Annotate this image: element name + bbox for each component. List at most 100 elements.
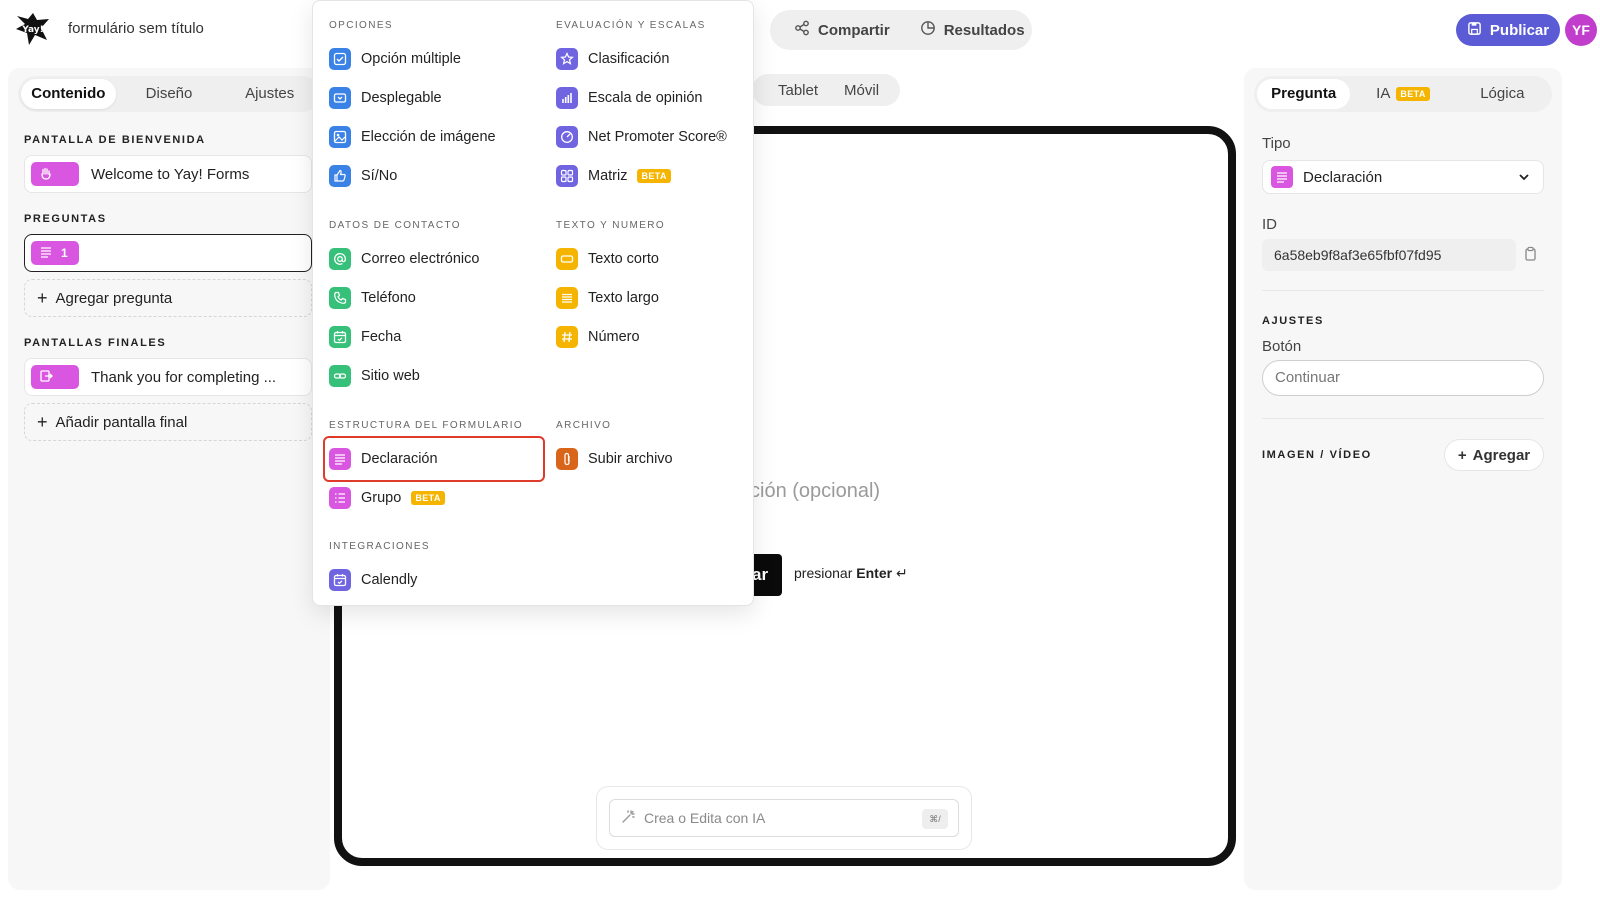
tab-design[interactable]: Diseño: [122, 79, 217, 109]
form-title[interactable]: formulário sem título: [68, 20, 204, 37]
share-label: Compartir: [818, 21, 890, 39]
results-button[interactable]: Resultados: [920, 20, 1025, 40]
share-button[interactable]: Compartir: [794, 20, 890, 40]
user-avatar[interactable]: YF: [1565, 14, 1597, 46]
menu-item-file-upload[interactable]: Subir archivo: [556, 446, 673, 472]
ai-assistant-box: Crea o Edita con IA ⌘/: [596, 786, 972, 850]
id-field[interactable]: 6a58eb9f8af3e65fbf07fd95: [1262, 239, 1516, 271]
add-question-button[interactable]: + Agregar pregunta: [24, 279, 312, 317]
menu-item-label: Opción múltiple: [361, 51, 461, 67]
menu-item-email[interactable]: Correo electrónico: [329, 246, 479, 272]
phone-icon: [329, 287, 351, 309]
id-label: ID: [1262, 216, 1277, 233]
continue-button-preview[interactable]: ar: [750, 554, 782, 596]
thumbs-up-icon: [329, 165, 351, 187]
menu-item-multiple-choice[interactable]: Opción múltiple: [329, 46, 461, 72]
menu-item-label: Desplegable: [361, 90, 442, 106]
add-ending-button[interactable]: + Añadir pantalla final: [24, 403, 312, 441]
tab-ai[interactable]: IA BETA: [1356, 79, 1449, 109]
menu-item-date[interactable]: Fecha: [329, 324, 401, 350]
share-icon: [794, 20, 810, 40]
menu-item-calendly[interactable]: Calendly: [329, 567, 417, 593]
ai-placeholder: Crea o Edita con IA: [644, 810, 766, 826]
publish-button[interactable]: Publicar: [1456, 14, 1560, 46]
menu-item-long-text[interactable]: Texto largo: [556, 285, 659, 311]
hash-icon: [556, 326, 578, 348]
beta-badge: BETA: [411, 491, 445, 505]
paperclip-icon: [556, 448, 578, 470]
tab-question[interactable]: Pregunta: [1257, 79, 1351, 109]
menu-item-group[interactable]: Grupo BETA: [329, 485, 445, 511]
menu-item-phone[interactable]: Teléfono: [329, 285, 416, 311]
button-label: Botón: [1262, 338, 1302, 355]
return-icon: ↵: [895, 565, 908, 581]
copy-icon[interactable]: [1522, 246, 1538, 262]
welcome-screen-item[interactable]: Welcome to Yay! Forms: [24, 155, 312, 193]
menu-item-website[interactable]: Sitio web: [329, 363, 420, 389]
ending-item-label: Thank you for completing ...: [91, 368, 277, 386]
top-bar: Yay! formulário sem título Compartir Res…: [0, 0, 1600, 60]
tab-settings[interactable]: Ajustes: [222, 79, 317, 109]
menu-item-label: Texto corto: [588, 251, 659, 267]
exit-door-icon: [39, 369, 53, 386]
menu-item-nps[interactable]: Net Promoter Score®: [556, 124, 727, 150]
left-sidebar: Contenido Diseño Ajustes PANTALLA DE BIE…: [8, 68, 330, 890]
dropdown-icon: [329, 87, 351, 109]
checkbox-icon: [329, 48, 351, 70]
ai-input[interactable]: Crea o Edita con IA ⌘/: [609, 799, 959, 837]
tab-mobile[interactable]: Móvil: [844, 82, 879, 99]
question-type-menu: OPCIONES Opción múltiple Desplegable Ele…: [312, 0, 754, 606]
tab-ai-label: IA: [1376, 85, 1391, 102]
beta-badge: BETA: [637, 169, 671, 183]
button-text-input[interactable]: Continuar: [1262, 360, 1544, 396]
menu-item-label: Sitio web: [361, 368, 420, 384]
plus-icon: +: [37, 411, 48, 432]
question-item-1[interactable]: 1: [24, 234, 312, 272]
add-media-button[interactable]: + Agregar: [1444, 439, 1544, 471]
menu-item-number[interactable]: Número: [556, 324, 640, 350]
file-heading: ARCHIVO: [556, 420, 612, 431]
statement-chip: 1: [31, 241, 79, 265]
grid-icon: [556, 165, 578, 187]
menu-item-statement[interactable]: Declaración: [329, 446, 438, 472]
menu-item-dropdown[interactable]: Desplegable: [329, 85, 442, 111]
menu-item-label: Matriz: [588, 168, 628, 184]
question-number: 1: [61, 246, 68, 260]
add-media-label: Agregar: [1472, 446, 1531, 464]
add-ending-label: Añadir pantalla final: [55, 413, 188, 431]
description-placeholder[interactable]: ción (opcional): [750, 480, 880, 503]
divider: [1262, 418, 1544, 419]
ending-screen-item[interactable]: Thank you for completing ...: [24, 358, 312, 396]
enter-hint-key: Enter: [856, 565, 893, 581]
share-results-group: Compartir Resultados: [770, 10, 1032, 50]
menu-item-label: Número: [588, 329, 640, 345]
contact-heading: DATOS DE CONTACTO: [329, 220, 461, 231]
yay-forms-logo-icon[interactable]: Yay!: [14, 10, 52, 48]
statement-icon: [329, 448, 351, 470]
menu-item-image-choice[interactable]: Elección de imágene: [329, 124, 496, 150]
tab-tablet[interactable]: Tablet: [778, 82, 818, 99]
ending-screens-heading: PANTALLAS FINALES: [24, 337, 167, 349]
menu-item-yes-no[interactable]: Sí/No: [329, 163, 397, 189]
hand-wave-icon: [39, 166, 53, 183]
menu-item-label: Correo electrónico: [361, 251, 480, 267]
image-icon: [329, 126, 351, 148]
tab-content[interactable]: Contenido: [21, 79, 116, 109]
menu-item-short-text[interactable]: Texto corto: [556, 246, 659, 272]
menu-item-label: Subir archivo: [588, 451, 673, 467]
welcome-screen-heading: PANTALLA DE BIENVENIDA: [24, 134, 206, 146]
plus-icon: +: [37, 287, 48, 308]
calendar-icon: [329, 326, 351, 348]
media-heading: IMAGEN / VÍDEO: [1262, 449, 1372, 461]
welcome-chip: [31, 162, 79, 186]
menu-item-matrix[interactable]: Matriz BETA: [556, 163, 671, 189]
menu-item-rating[interactable]: Clasificación: [556, 46, 669, 72]
plus-icon: +: [1457, 446, 1467, 464]
tab-logic[interactable]: Lógica: [1456, 79, 1549, 109]
menu-item-opinion-scale[interactable]: Escala de opinión: [556, 85, 702, 111]
bar-chart-icon: [556, 87, 578, 109]
question-type-select[interactable]: Declaración: [1262, 160, 1544, 194]
settings-heading: AJUSTES: [1262, 315, 1324, 327]
type-value: Declaración: [1303, 168, 1383, 186]
scales-heading: EVALUACIÓN Y ESCALAS: [556, 20, 706, 31]
